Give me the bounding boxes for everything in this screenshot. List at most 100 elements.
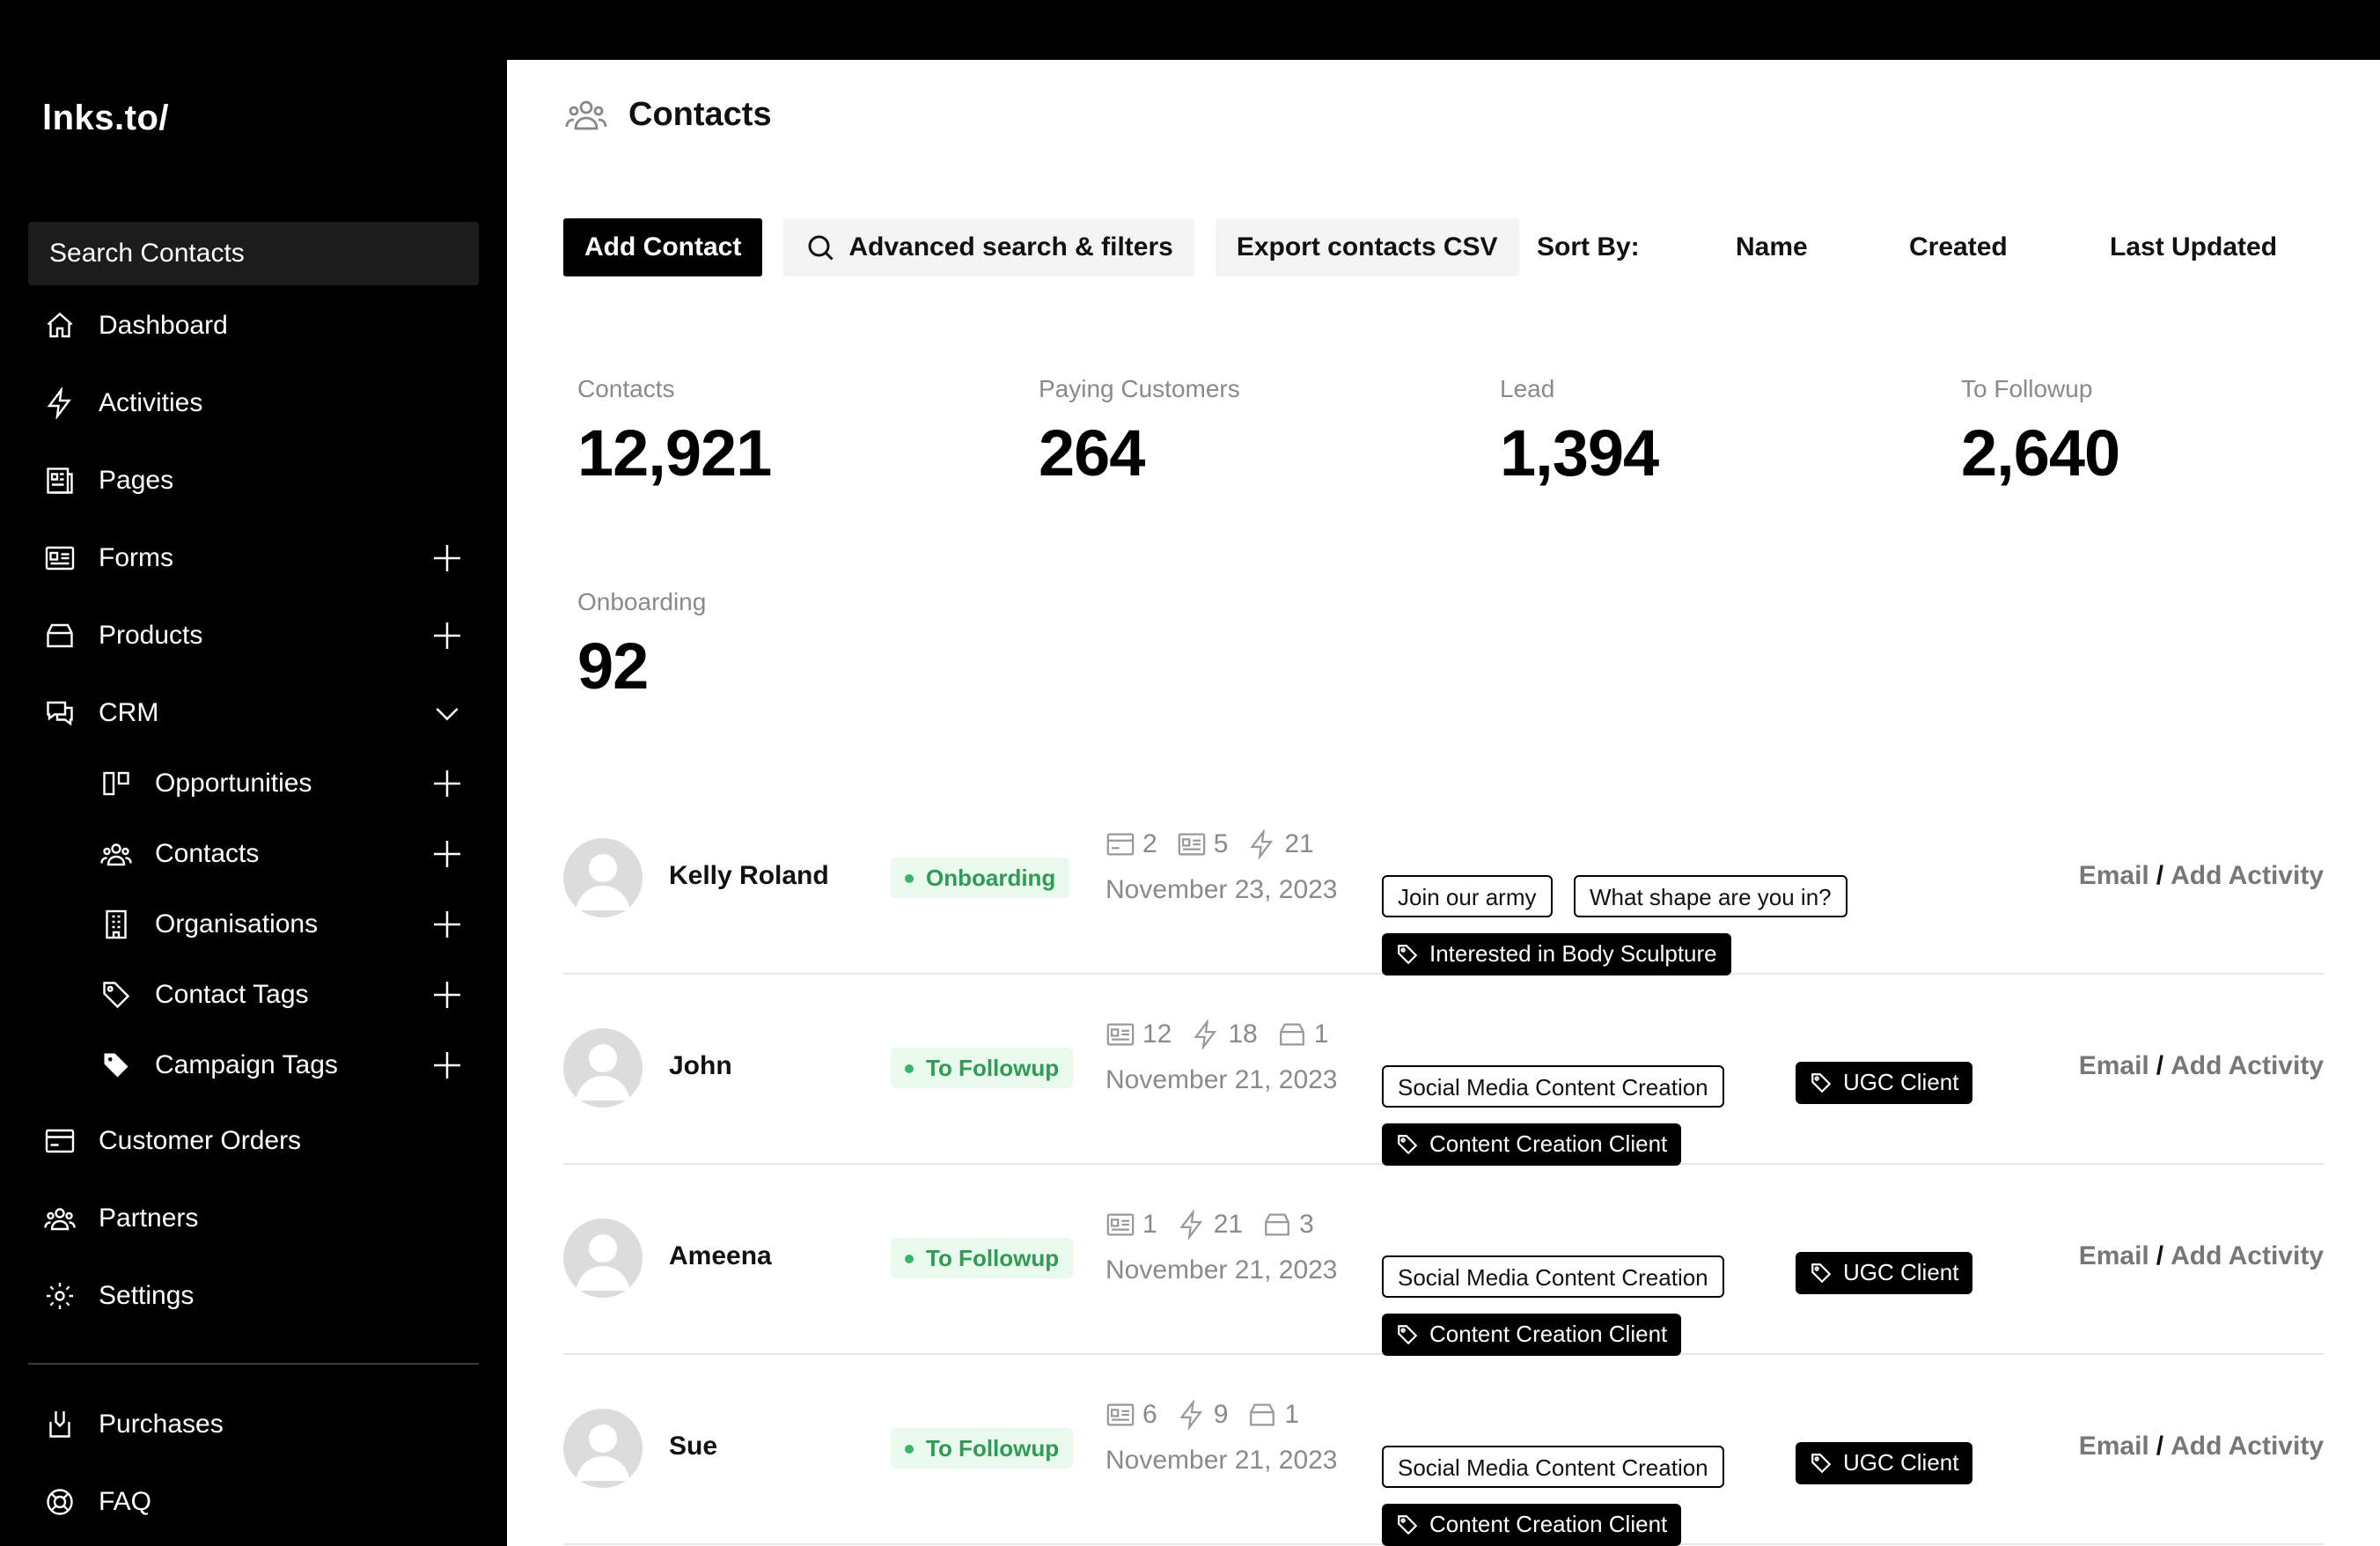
stat-contacts: Contacts 12,921 (577, 375, 772, 490)
tag-outline[interactable]: Social Media Content Creation (1382, 1065, 1724, 1108)
sidebar-item-label: Organisations (155, 909, 319, 939)
partners-icon (42, 1201, 77, 1236)
contact-name[interactable]: Kelly Roland (669, 861, 829, 891)
sidebar-item-dashboard[interactable]: Dashboard (42, 301, 465, 350)
sidebar-item-purchases[interactable]: Purchases (42, 1400, 465, 1449)
export-csv-button[interactable]: Export contacts CSV (1215, 218, 1519, 276)
chevron-down-icon[interactable] (430, 696, 465, 731)
table-row[interactable]: Sue To Followup 6 9 1 November 21, 2023 … (563, 1354, 2324, 1546)
tag-icon (99, 977, 134, 1012)
sidebar-item-partners[interactable]: Partners (42, 1194, 465, 1243)
avatar[interactable] (563, 1409, 643, 1488)
sidebar-item-crm[interactable]: CRM (42, 688, 465, 738)
add-contact-plus-icon[interactable] (430, 836, 465, 872)
count-value: 1 (1284, 1400, 1300, 1429)
stat-label: To Followup (1961, 375, 2093, 402)
stat-label: Onboarding (577, 588, 707, 615)
sidebar-item-contact-tags[interactable]: Contact Tags (99, 970, 465, 1020)
tag-solid[interactable]: Content Creation Client (1382, 1504, 1682, 1546)
tag-outline[interactable]: Join our army (1382, 875, 1553, 917)
sidebar-item-faq[interactable]: FAQ (42, 1477, 465, 1527)
table-row[interactable]: John To Followup 12 18 1 November 21, 20… (563, 974, 2324, 1166)
row-actions: Email / Add Activity (2079, 861, 2324, 891)
add-opportunity-plus-icon[interactable] (430, 766, 465, 801)
add-product-plus-icon[interactable] (430, 618, 465, 653)
tag-outline[interactable]: What shape are you in? (1574, 875, 1847, 917)
add-activity-link[interactable]: Add Activity (2171, 1051, 2324, 1080)
email-link[interactable]: Email (2079, 861, 2149, 890)
tag-solid[interactable]: UGC Client (1796, 1252, 1973, 1294)
tag-label: Content Creation Client (1429, 1130, 1668, 1157)
stat-value: 264 (1039, 416, 1145, 490)
sidebar: lnks.to/ Search Contacts Dashboard Activ… (0, 60, 507, 1546)
page-title: Contacts (565, 93, 772, 136)
add-activity-link[interactable]: Add Activity (2171, 1432, 2324, 1461)
row-actions: Email / Add Activity (2079, 1241, 2324, 1271)
search-contacts-input[interactable]: Search Contacts (28, 222, 479, 285)
email-link[interactable]: Email (2079, 1241, 2149, 1270)
sidebar-item-organisations[interactable]: Organisations (99, 900, 465, 949)
add-campaign-tag-plus-icon[interactable] (430, 1048, 465, 1083)
email-link[interactable]: Email (2079, 1051, 2149, 1080)
gear-icon (42, 1278, 77, 1314)
count-value: 1 (1313, 1020, 1329, 1049)
tag-solid[interactable]: Content Creation Client (1382, 1123, 1682, 1166)
tag-solid[interactable]: Interested in Body Sculpture (1382, 933, 1731, 975)
table-row[interactable]: Kelly Roland Onboarding 2 5 21 November … (563, 784, 2324, 975)
app-logo[interactable]: lnks.to/ (42, 99, 169, 138)
tag-solid[interactable]: UGC Client (1796, 1062, 1973, 1104)
tag-icon (1811, 1454, 1832, 1474)
status-badge: Onboarding (891, 858, 1070, 898)
table-row[interactable]: Ameena To Followup 1 21 3 November 21, 2… (563, 1164, 2324, 1356)
contact-date: November 21, 2023 (1106, 1065, 1338, 1094)
contact-name[interactable]: Sue (669, 1432, 717, 1461)
tag-filled-icon (99, 1048, 134, 1083)
sidebar-item-campaign-tags[interactable]: Campaign Tags (99, 1041, 465, 1090)
add-form-plus-icon[interactable] (430, 541, 465, 576)
advanced-search-button[interactable]: Advanced search & filters (783, 218, 1194, 276)
sort-created-option[interactable]: Created (1909, 218, 2008, 276)
avatar[interactable] (563, 1028, 643, 1108)
add-activity-link[interactable]: Add Activity (2171, 861, 2324, 890)
sidebar-item-label: Campaign Tags (155, 1050, 338, 1079)
add-contact-button[interactable]: Add Contact (563, 218, 763, 276)
avatar[interactable] (563, 838, 643, 917)
activity-counts: 6 9 1 (1106, 1400, 1319, 1430)
sidebar-item-forms[interactable]: Forms (42, 534, 465, 583)
add-contact-tag-plus-icon[interactable] (430, 977, 465, 1012)
form-icon (1106, 1023, 1135, 1046)
contact-date: November 21, 2023 (1106, 1446, 1338, 1475)
sort-last-updated-option[interactable]: Last Updated (2110, 218, 2277, 276)
tag-solid[interactable]: Content Creation Client (1382, 1314, 1682, 1356)
add-activity-link[interactable]: Add Activity (2171, 1241, 2324, 1270)
action-separator: / (2156, 861, 2164, 890)
tag-icon (1811, 1263, 1832, 1284)
stat-paying-customers: Paying Customers 264 (1039, 375, 1240, 490)
sidebar-item-label: Customer Orders (99, 1126, 302, 1155)
sidebar-item-activities[interactable]: Activities (42, 379, 465, 428)
sort-name-option[interactable]: Name (1736, 218, 1808, 276)
tag-solid[interactable]: UGC Client (1796, 1442, 1973, 1484)
add-organisation-plus-icon[interactable] (430, 907, 465, 942)
sidebar-item-label: CRM (99, 698, 159, 727)
email-link[interactable]: Email (2079, 1432, 2149, 1461)
bolt-icon (1179, 1210, 1202, 1240)
tag-outline[interactable]: Social Media Content Creation (1382, 1446, 1724, 1488)
stat-to-followup: To Followup 2,640 (1961, 375, 2120, 490)
sidebar-item-settings[interactable]: Settings (42, 1271, 465, 1321)
tag-outline[interactable]: Social Media Content Creation (1382, 1255, 1724, 1298)
contact-name[interactable]: John (669, 1051, 732, 1081)
sidebar-item-label: Pages (99, 466, 174, 495)
contact-name[interactable]: Ameena (669, 1241, 772, 1271)
count-value: 9 (1213, 1400, 1229, 1429)
sidebar-item-contacts[interactable]: Contacts (99, 829, 465, 879)
sidebar-item-opportunities[interactable]: Opportunities (99, 759, 465, 808)
count-value: 21 (1284, 829, 1314, 858)
sidebar-item-customer-orders[interactable]: Customer Orders (42, 1116, 465, 1166)
box-icon (1250, 1403, 1275, 1426)
sidebar-item-pages[interactable]: Pages (42, 456, 465, 505)
sidebar-item-products[interactable]: Products (42, 611, 465, 660)
avatar[interactable] (563, 1218, 643, 1298)
tag-icon (1398, 1135, 1418, 1155)
tag-label: Content Creation Client (1429, 1321, 1668, 1347)
